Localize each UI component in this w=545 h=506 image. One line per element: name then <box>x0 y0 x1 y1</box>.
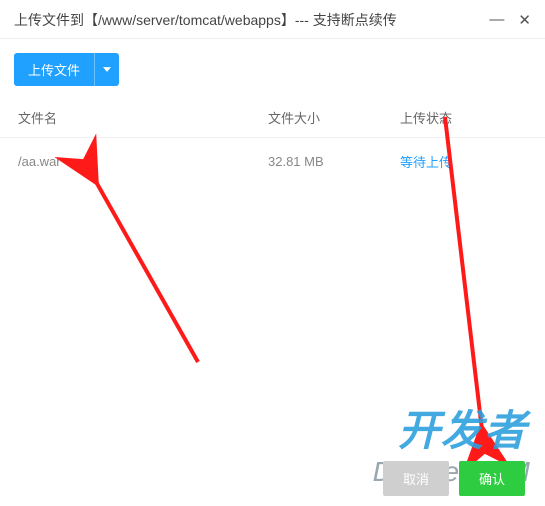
titlebar: 上传文件到【/www/server/tomcat/webapps】--- 支持断… <box>0 0 545 39</box>
table-header: 文件名 文件大小 上传状态 <box>0 98 545 138</box>
dialog-footer: 取消 确认 <box>0 461 545 496</box>
confirm-button[interactable]: 确认 <box>459 461 525 496</box>
toolbar: 上传文件 <box>0 39 545 98</box>
caret-down-icon <box>103 67 111 72</box>
upload-status-cell[interactable]: 等待上传 <box>400 155 452 170</box>
watermark-text-1: 开发者 <box>398 397 527 458</box>
table-row: /aa.war 32.81 MB 等待上传 <box>0 138 545 185</box>
upload-dropdown-button[interactable] <box>94 53 119 86</box>
close-icon[interactable]: ✕ <box>518 11 531 29</box>
upload-button[interactable]: 上传文件 <box>14 53 94 86</box>
file-name-cell: /aa.war <box>18 154 268 169</box>
cancel-button[interactable]: 取消 <box>383 461 449 496</box>
file-size-cell: 32.81 MB <box>268 154 400 169</box>
window-controls: — ✕ <box>489 11 531 29</box>
upload-button-group: 上传文件 <box>14 53 119 86</box>
dialog-title: 上传文件到【/www/server/tomcat/webapps】--- 支持断… <box>14 10 397 30</box>
column-header-size: 文件大小 <box>268 108 400 127</box>
column-header-status: 上传状态 <box>400 108 527 127</box>
minimize-icon[interactable]: — <box>489 11 504 29</box>
column-header-name: 文件名 <box>18 108 268 127</box>
